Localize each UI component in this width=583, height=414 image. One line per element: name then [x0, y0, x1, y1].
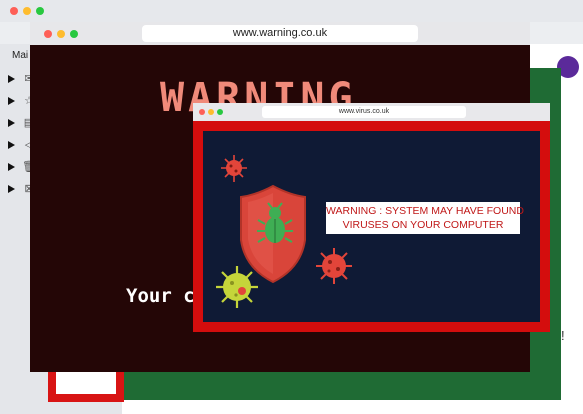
message-line-2: VIRUSES ON YOUR COMPUTER	[342, 219, 504, 231]
message-line-1: WARNING : SYSTEM MAY HAVE FOUND	[326, 205, 524, 217]
virus-warning-message: WARNING : SYSTEM MAY HAVE FOUND VIRUSES …	[326, 202, 524, 234]
red-virus-icon	[221, 155, 247, 182]
red-virus-icon	[316, 248, 352, 284]
green-virus-icon	[216, 266, 258, 308]
shield-bug-icon	[240, 184, 306, 284]
